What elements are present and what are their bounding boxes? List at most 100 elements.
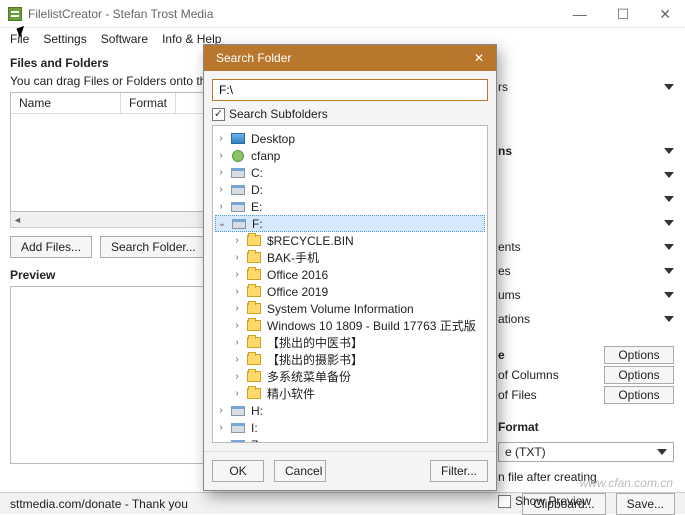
options-button[interactable]: Options <box>604 386 674 404</box>
maximize-button[interactable]: ☐ <box>611 5 636 23</box>
right-row: rs <box>498 80 508 94</box>
folder-icon <box>246 353 262 367</box>
expand-icon[interactable]: › <box>215 184 227 195</box>
expand-icon[interactable]: › <box>215 422 227 433</box>
chevron-down-icon[interactable] <box>664 220 674 226</box>
chevron-down-icon <box>657 449 667 455</box>
tree-item[interactable]: ›【挑出的摄影书】 <box>215 351 485 368</box>
tree-item[interactable]: ⌄F: <box>215 215 485 232</box>
right-row: ums <box>498 288 521 302</box>
expand-icon[interactable]: › <box>231 235 243 246</box>
options-button[interactable]: Options <box>604 346 674 364</box>
expand-icon[interactable]: › <box>231 286 243 297</box>
expand-icon[interactable]: › <box>215 167 227 178</box>
tree-item-label: E: <box>249 200 262 214</box>
tree-item[interactable]: › 多系统菜单备份 <box>215 368 485 385</box>
chevron-down-icon[interactable] <box>664 148 674 154</box>
tree-item[interactable]: › E: <box>215 198 485 215</box>
tree-item[interactable]: › Z: <box>215 436 485 443</box>
dialog-titlebar[interactable]: Search Folder ✕ <box>204 45 496 71</box>
format-combo[interactable]: e (TXT) <box>498 442 674 462</box>
right-section: ns <box>498 144 512 158</box>
expand-icon[interactable]: › <box>231 337 243 348</box>
filter-button[interactable]: Filter... <box>430 460 488 482</box>
options-button[interactable]: Options <box>604 366 674 384</box>
expand-icon[interactable]: › <box>215 201 227 212</box>
ok-button[interactable]: OK <box>212 460 264 482</box>
chevron-down-icon[interactable] <box>664 292 674 298</box>
tree-item[interactable]: ›H: <box>215 402 485 419</box>
tree-item-label: Office 2019 <box>265 285 328 299</box>
expand-icon[interactable]: › <box>231 303 243 314</box>
drive-icon <box>230 166 246 180</box>
chevron-down-icon[interactable] <box>664 84 674 90</box>
chevron-down-icon[interactable] <box>664 268 674 274</box>
add-files-button[interactable]: Add Files... <box>10 236 92 258</box>
show-preview-label: Show Preview <box>515 494 674 508</box>
expand-icon[interactable]: ⌄ <box>216 218 228 229</box>
tree-item-label: D: <box>249 183 263 197</box>
col-name[interactable]: Name <box>11 93 121 113</box>
scroll-left-icon[interactable]: ◄ <box>13 215 22 225</box>
right-section: e <box>498 348 505 362</box>
tree-item[interactable]: ›Windows 10 1809 - Build 17763 正式版 <box>215 317 485 334</box>
tree-item[interactable]: ›精小软件 <box>215 385 485 402</box>
chevron-down-icon[interactable] <box>664 244 674 250</box>
folder-icon <box>246 234 262 248</box>
tree-item[interactable]: › Office 2016 <box>215 266 485 283</box>
chevron-down-icon[interactable] <box>664 316 674 322</box>
search-folder-button[interactable]: Search Folder... <box>100 236 207 258</box>
menu-software[interactable]: Software <box>101 32 148 46</box>
tree-item[interactable]: ›C: <box>215 164 485 181</box>
expand-icon[interactable]: › <box>231 252 243 263</box>
tree-item[interactable]: › I: <box>215 419 485 436</box>
col-format[interactable]: Format <box>121 93 176 113</box>
user-icon <box>230 149 246 163</box>
right-row: of Files <box>498 388 537 402</box>
tree-item-label: System Volume Information <box>265 302 414 316</box>
tree-item[interactable]: ›Desktop <box>215 130 485 147</box>
expand-icon[interactable]: › <box>231 320 243 331</box>
tree-item[interactable]: › Office 2019 <box>215 283 485 300</box>
search-subfolders-checkbox[interactable] <box>212 108 225 121</box>
tree-item[interactable]: ›$RECYCLE.BIN <box>215 232 485 249</box>
desktop-icon <box>230 132 246 146</box>
close-button[interactable]: ✕ <box>653 5 677 23</box>
expand-icon[interactable]: › <box>231 371 243 382</box>
dialog-close-button[interactable]: ✕ <box>468 49 490 67</box>
expand-icon[interactable]: › <box>215 439 227 443</box>
tree-item-label: 多系统菜单备份 <box>265 368 351 385</box>
chevron-down-icon[interactable] <box>664 196 674 202</box>
folder-icon <box>246 336 262 350</box>
tree-item[interactable]: › 【挑出的中医书】 <box>215 334 485 351</box>
expand-icon[interactable]: › <box>215 133 227 144</box>
tree-item[interactable]: › System Volume Information <box>215 300 485 317</box>
tree-item-label: I: <box>249 421 258 435</box>
app-icon <box>8 7 22 21</box>
tree-item-label: 【挑出的中医书】 <box>265 334 363 351</box>
tree-item[interactable]: ›cfanp <box>215 147 485 164</box>
tree-item-label: Office 2016 <box>265 268 328 282</box>
expand-icon[interactable]: › <box>215 150 227 161</box>
right-row: es <box>498 264 511 278</box>
expand-icon[interactable]: › <box>231 354 243 365</box>
chevron-down-icon[interactable] <box>664 172 674 178</box>
expand-icon[interactable]: › <box>231 269 243 280</box>
search-folder-dialog: Search Folder ✕ Search Subfolders ›Deskt… <box>203 44 497 491</box>
expand-icon[interactable]: › <box>231 388 243 399</box>
tree-item[interactable]: › D: <box>215 181 485 198</box>
status-text: sttmedia.com/donate - Thank you <box>10 497 188 511</box>
expand-icon[interactable]: › <box>215 405 227 416</box>
folder-tree[interactable]: ›Desktop›cfanp›C:›D:›E:⌄F:›$RECYCLE.BIN›… <box>212 125 488 443</box>
right-panel: rs ns ents es ums ations eOptions of Col… <box>498 78 674 510</box>
menu-file[interactable]: File <box>10 32 29 46</box>
tree-item[interactable]: ›BAK-手机 <box>215 249 485 266</box>
drive-icon <box>230 421 246 435</box>
cancel-button[interactable]: Cancel <box>274 460 326 482</box>
tree-item-label: Z: <box>249 438 262 444</box>
folder-icon <box>246 387 262 401</box>
show-preview-checkbox[interactable] <box>498 495 511 508</box>
minimize-button[interactable]: — <box>567 5 593 23</box>
path-input[interactable] <box>212 79 488 101</box>
menu-settings[interactable]: Settings <box>43 32 86 46</box>
